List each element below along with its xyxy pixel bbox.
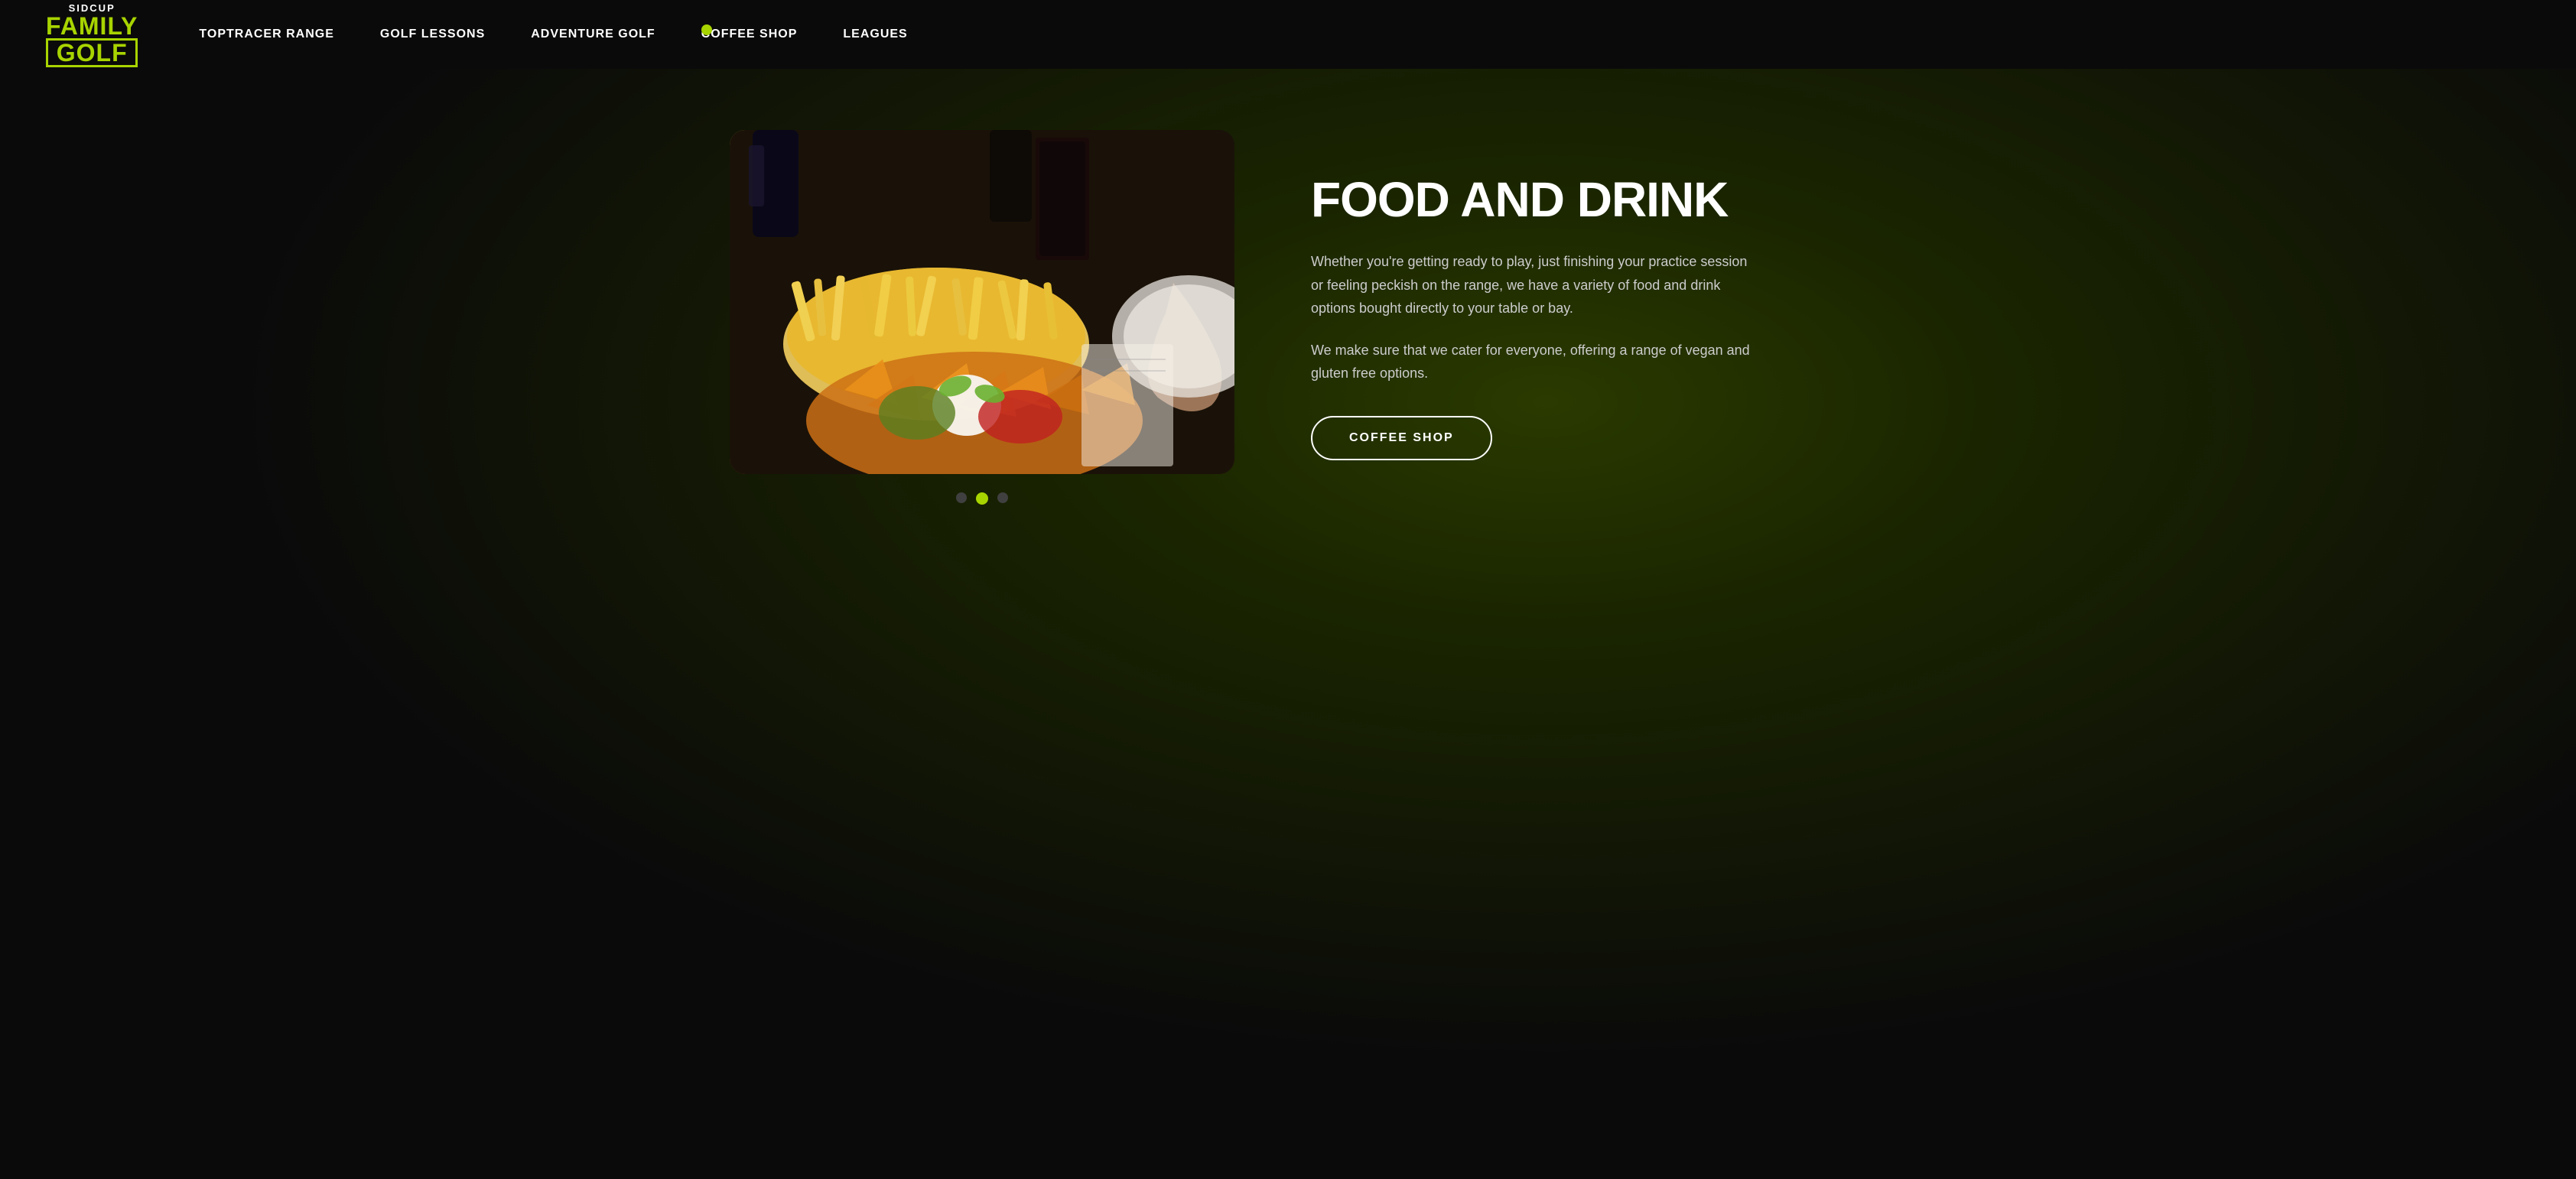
logo-family: FAMILY xyxy=(46,14,138,38)
page-wrapper: FOOD AND DRINK Whether you're getting re… xyxy=(0,69,2576,1179)
navbar: SIDCUP FAMILY GOLF TOPTRACER RANGE GOLF … xyxy=(0,0,2576,69)
logo-golf: GOLF xyxy=(46,38,138,67)
section-description-2: We make sure that we cater for everyone,… xyxy=(1311,339,1755,385)
coffee-shop-button[interactable]: COFFEE SHOP xyxy=(1311,416,1492,460)
carousel-dot-2[interactable] xyxy=(976,492,988,505)
food-svg xyxy=(730,130,1234,474)
nav-item-leagues[interactable]: LEAGUES xyxy=(843,28,907,41)
section-title: FOOD AND DRINK xyxy=(1311,174,1755,226)
nav-link-toptracer[interactable]: TOPTRACER RANGE xyxy=(199,28,334,41)
carousel-dot-1[interactable] xyxy=(956,492,967,503)
text-content: FOOD AND DRINK Whether you're getting re… xyxy=(1311,174,1755,460)
nav-links: TOPTRACER RANGE GOLF LESSONS ADVENTURE G… xyxy=(199,28,907,41)
nav-link-adventure-golf[interactable]: ADVENTURE GOLF xyxy=(531,28,655,41)
nav-link-coffee-shop[interactable]: COFFEE SHOP xyxy=(701,28,798,41)
site-logo[interactable]: SIDCUP FAMILY GOLF xyxy=(46,2,138,67)
content-section: FOOD AND DRINK Whether you're getting re… xyxy=(638,69,1938,566)
carousel-dot-3[interactable] xyxy=(997,492,1008,503)
nav-item-adventure-golf[interactable]: ADVENTURE GOLF xyxy=(531,28,655,41)
nav-item-toptracer[interactable]: TOPTRACER RANGE xyxy=(199,28,334,41)
carousel-dots xyxy=(730,492,1234,505)
nav-link-leagues[interactable]: LEAGUES xyxy=(843,28,907,41)
carousel-image xyxy=(730,130,1234,474)
section-description-1: Whether you're getting ready to play, ju… xyxy=(1311,250,1755,320)
food-image xyxy=(730,130,1234,474)
carousel-wrapper xyxy=(730,130,1234,505)
nav-item-coffee-shop[interactable]: COFFEE SHOP xyxy=(701,28,798,41)
nav-item-golf-lessons[interactable]: GOLF LESSONS xyxy=(380,28,485,41)
nav-link-golf-lessons[interactable]: GOLF LESSONS xyxy=(380,28,485,41)
nav-active-indicator xyxy=(701,24,712,35)
